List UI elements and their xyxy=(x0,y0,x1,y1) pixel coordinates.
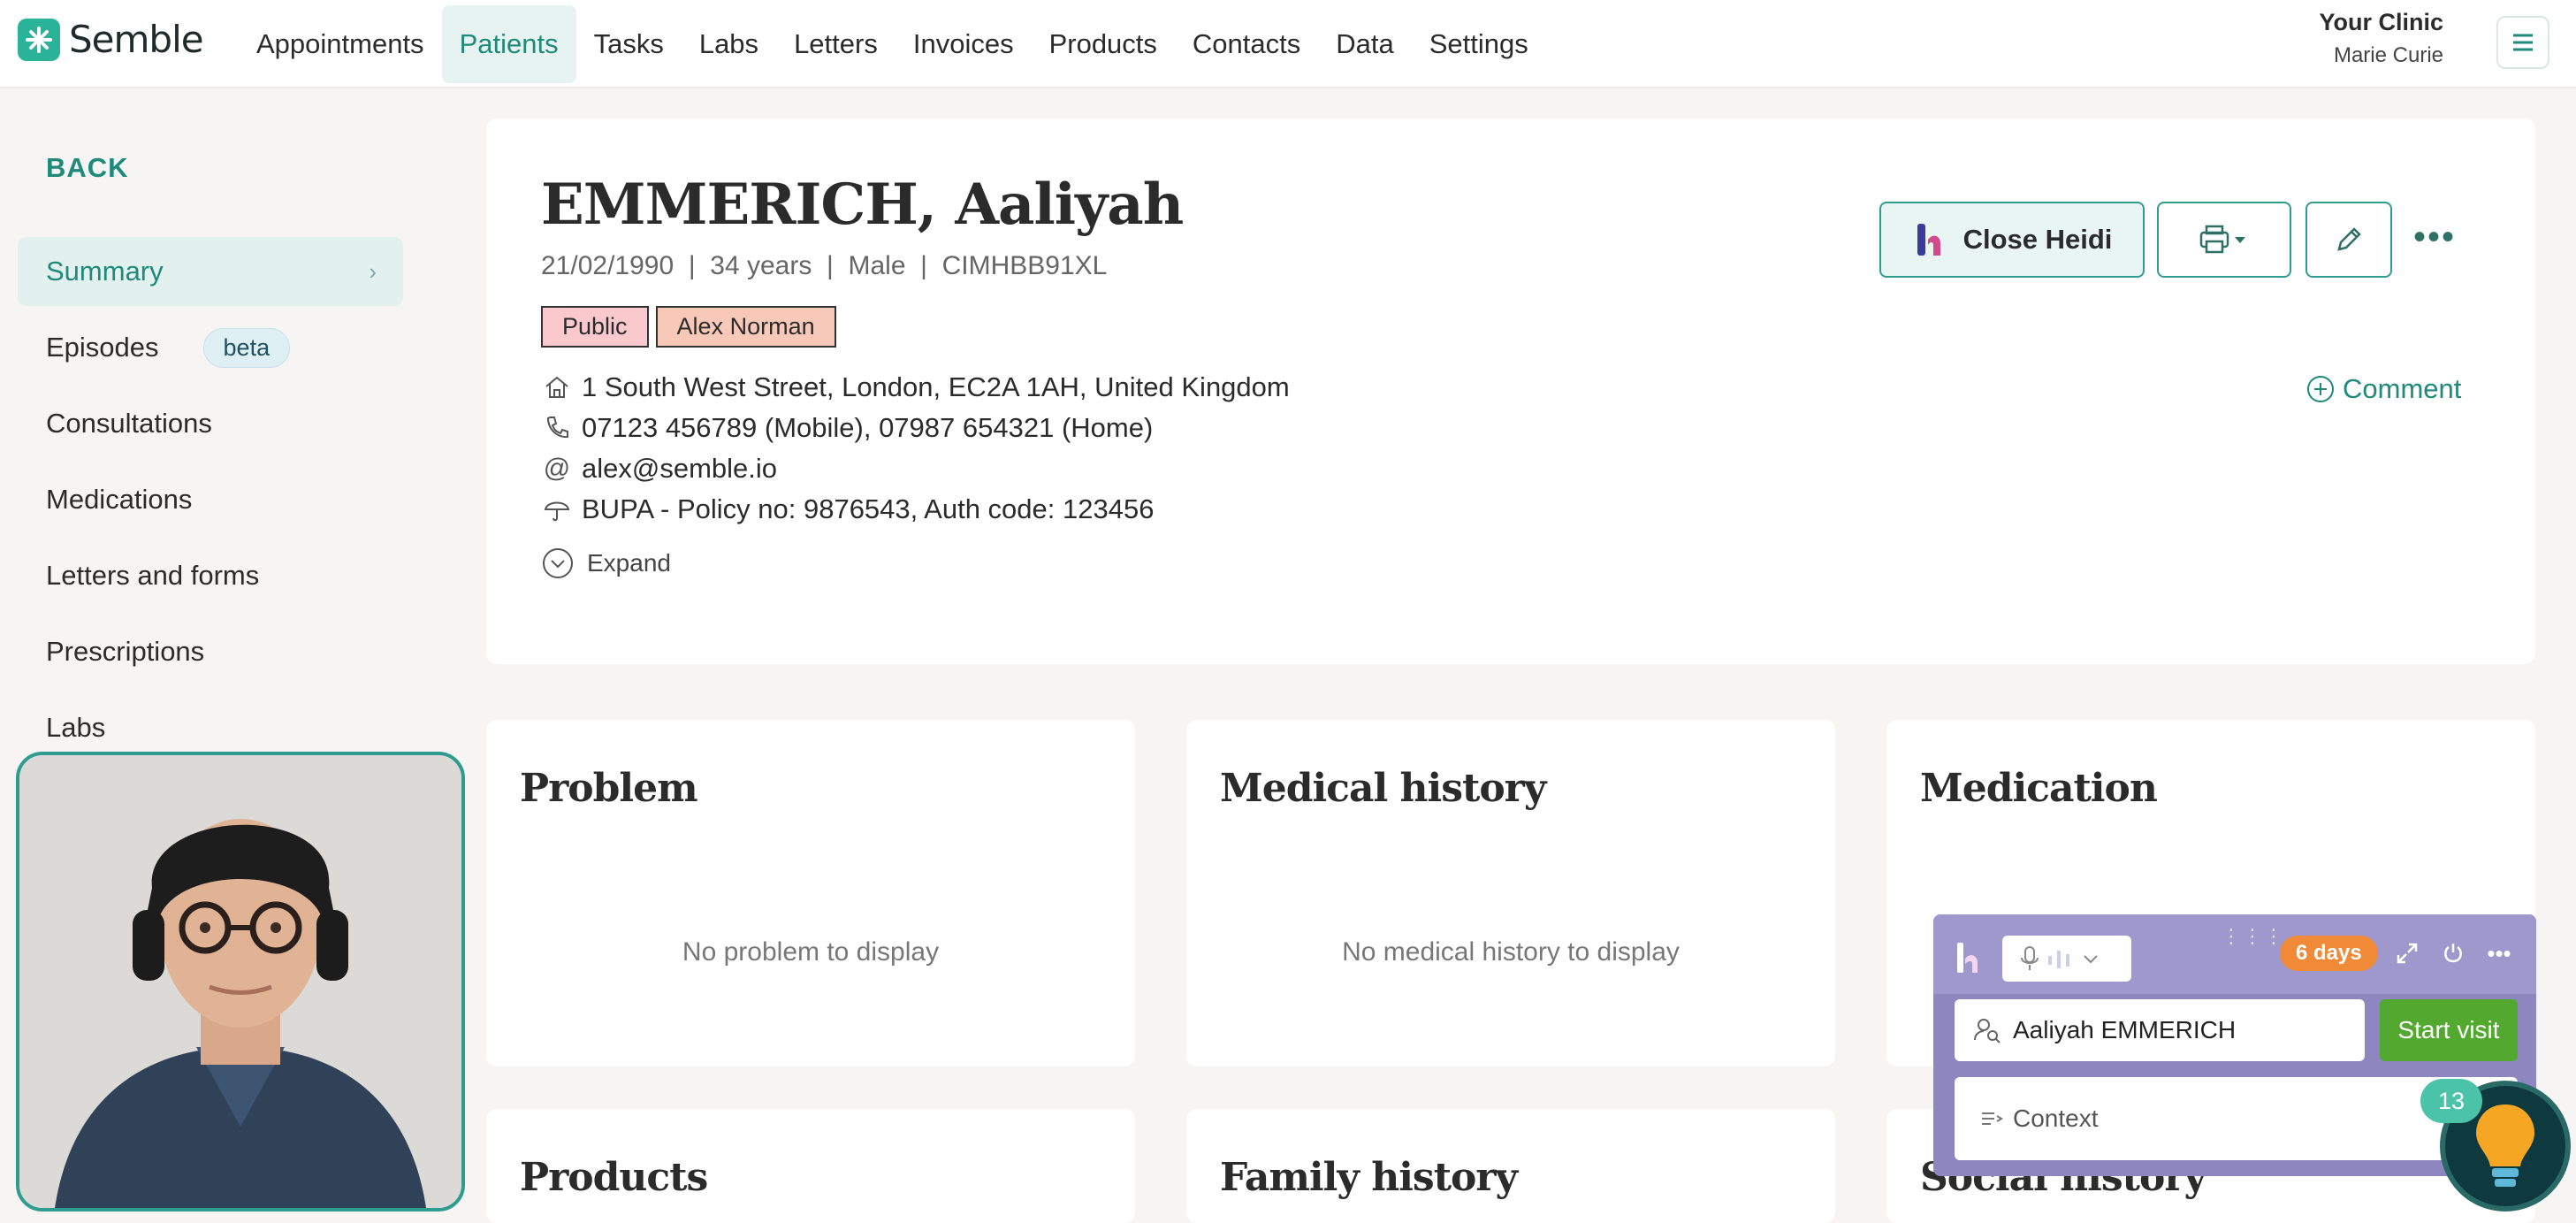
email-row: @ alex@semble.io xyxy=(541,453,777,485)
nav-labs[interactable]: Labs xyxy=(682,5,776,83)
problem-empty-state: No problem to display xyxy=(682,937,940,967)
semble-logo-icon xyxy=(18,18,60,61)
user-search-icon xyxy=(1974,1019,2001,1043)
insurance-row: BUPA - Policy no: 9876543, Auth code: 12… xyxy=(541,493,1154,525)
chevron-right-icon: › xyxy=(369,257,377,285)
phone-icon xyxy=(541,412,573,444)
nav-patients[interactable]: Patients xyxy=(441,5,576,83)
family-history-card: Family history xyxy=(1186,1109,1835,1223)
chevron-down-icon xyxy=(2084,955,2098,964)
tag-public[interactable]: Public xyxy=(541,306,649,348)
context-lines-icon xyxy=(1982,1112,2003,1125)
medication-title: Medication xyxy=(1920,766,2158,811)
trial-days-badge: 6 days xyxy=(2280,936,2378,971)
more-options-icon[interactable]: ••• xyxy=(2413,218,2456,257)
sidebar-item-consultations[interactable]: Consultations xyxy=(18,389,403,458)
patient-address: 1 South West Street, London, EC2A 1AH, U… xyxy=(582,371,1290,402)
presenter-video-image xyxy=(19,755,461,1208)
hamburger-icon xyxy=(2513,34,2533,51)
medical-history-card: Medical history No medical history to di… xyxy=(1186,720,1835,1066)
products-title: Products xyxy=(520,1155,708,1200)
microphone-icon xyxy=(2021,946,2039,970)
sidebar-item-label: Consultations xyxy=(46,408,212,439)
edit-patient-button[interactable] xyxy=(2305,202,2392,278)
tag-practitioner[interactable]: Alex Norman xyxy=(655,306,836,348)
close-heidi-button[interactable]: Close Heidi xyxy=(1879,202,2145,278)
patient-header-card: EMMERICH, Aaliyah 21/02/1990 | 34 years … xyxy=(486,118,2535,664)
print-dropdown-button[interactable] xyxy=(2157,202,2291,278)
sidebar-item-label: Prescriptions xyxy=(46,636,205,667)
expand-toggle[interactable]: Expand xyxy=(541,547,671,580)
sidebar-item-label: Letters and forms xyxy=(46,560,260,591)
products-card: Products xyxy=(486,1109,1135,1223)
patient-phone: 07123 456789 (Mobile), 07987 654321 (Hom… xyxy=(582,412,1154,443)
sidebar-item-label: Medications xyxy=(46,484,193,515)
audio-level-icon xyxy=(2048,951,2069,968)
user-name: Marie Curie xyxy=(2333,43,2443,67)
patient-demographics: 21/02/1990 | 34 years | Male | CIMHBB91X… xyxy=(541,251,1108,280)
patient-email[interactable]: alex@semble.io xyxy=(582,453,777,485)
context-label: Context xyxy=(2013,1105,2099,1132)
heidi-patient-field[interactable]: Aaliyah EMMERICH xyxy=(1955,999,2365,1061)
sidebar-item-summary[interactable]: Summary › xyxy=(18,237,403,306)
medical-history-empty-state: No medical history to display xyxy=(1342,937,1680,967)
clinic-name: Your Clinic xyxy=(2319,9,2443,35)
add-comment-button[interactable]: Comment xyxy=(2305,373,2461,405)
umbrella-icon xyxy=(541,493,573,525)
webcam-video-overlay xyxy=(16,752,465,1212)
comment-label: Comment xyxy=(2343,373,2462,404)
expand-label: Expand xyxy=(587,549,671,577)
nav-tasks[interactable]: Tasks xyxy=(576,5,682,83)
problem-title: Problem xyxy=(520,766,698,811)
sidebar-item-medications[interactable]: Medications xyxy=(18,465,403,534)
family-history-title: Family history xyxy=(1220,1155,1518,1200)
plus-circle-icon xyxy=(2307,376,2334,402)
drag-handle-icon[interactable]: ⋮⋮⋮ xyxy=(2222,925,2285,948)
heidi-window-controls: ••• xyxy=(2384,936,2522,971)
semble-logo[interactable]: Semble xyxy=(18,18,204,61)
nav-data[interactable]: Data xyxy=(1318,5,1411,83)
nav-products[interactable]: Products xyxy=(1032,5,1175,83)
power-icon[interactable] xyxy=(2430,936,2476,971)
patient-tags: Public Alex Norman xyxy=(541,306,843,348)
clinic-switcher[interactable]: Your Clinic Marie Curie xyxy=(2319,9,2443,68)
expand-icon[interactable] xyxy=(2384,936,2430,971)
sidebar-item-episodes[interactable]: Episodes beta xyxy=(18,313,403,382)
nav-letters[interactable]: Letters xyxy=(776,5,896,83)
home-icon xyxy=(541,371,573,403)
medical-history-title: Medical history xyxy=(1220,766,1546,811)
heidi-patient-name: Aaliyah EMMERICH xyxy=(2013,1016,2237,1043)
beta-badge: beta xyxy=(202,327,291,368)
at-sign-icon: @ xyxy=(543,454,571,483)
back-link[interactable]: BACK xyxy=(46,152,129,184)
notification-count-badge: 13 xyxy=(2420,1079,2482,1123)
microphone-select[interactable] xyxy=(2002,936,2131,982)
phone-row: 07123 456789 (Mobile), 07987 654321 (Hom… xyxy=(541,412,1153,444)
nav-appointments[interactable]: Appointments xyxy=(239,5,442,83)
nav-settings[interactable]: Settings xyxy=(1412,5,1546,83)
address-row: 1 South West Street, London, EC2A 1AH, U… xyxy=(541,371,1290,403)
close-heidi-label: Close Heidi xyxy=(1962,224,2113,255)
nav-invoices[interactable]: Invoices xyxy=(896,5,1032,83)
top-navigation: Semble Appointments Patients Tasks Labs … xyxy=(0,0,2576,88)
pencil-icon xyxy=(2337,227,2361,251)
sidebar-item-letters-and-forms[interactable]: Letters and forms xyxy=(18,541,403,610)
printer-icon xyxy=(2199,225,2245,254)
problem-card: Problem No problem to display xyxy=(486,720,1135,1066)
sidebar-item-label: Summary xyxy=(46,256,164,287)
heidi-logo-icon xyxy=(1917,224,1940,256)
main-nav: Appointments Patients Tasks Labs Letters… xyxy=(239,0,1546,88)
chevron-down-circle-icon xyxy=(543,548,573,578)
heidi-widget-logo-icon xyxy=(1955,941,1981,981)
start-visit-button[interactable]: Start visit xyxy=(2380,999,2518,1061)
hamburger-menu-button[interactable] xyxy=(2496,16,2549,69)
logo-text: Semble xyxy=(69,18,204,61)
sidebar-item-label: Labs xyxy=(46,712,106,743)
nav-contacts[interactable]: Contacts xyxy=(1175,5,1318,83)
sidebar-item-prescriptions[interactable]: Prescriptions xyxy=(18,617,403,686)
sidebar-item-label: Episodes xyxy=(46,332,159,363)
more-options-icon[interactable]: ••• xyxy=(2476,936,2522,971)
patient-name: EMMERICH, Aaliyah xyxy=(541,172,1184,238)
patient-insurance: BUPA - Policy no: 9876543, Auth code: 12… xyxy=(582,493,1155,524)
